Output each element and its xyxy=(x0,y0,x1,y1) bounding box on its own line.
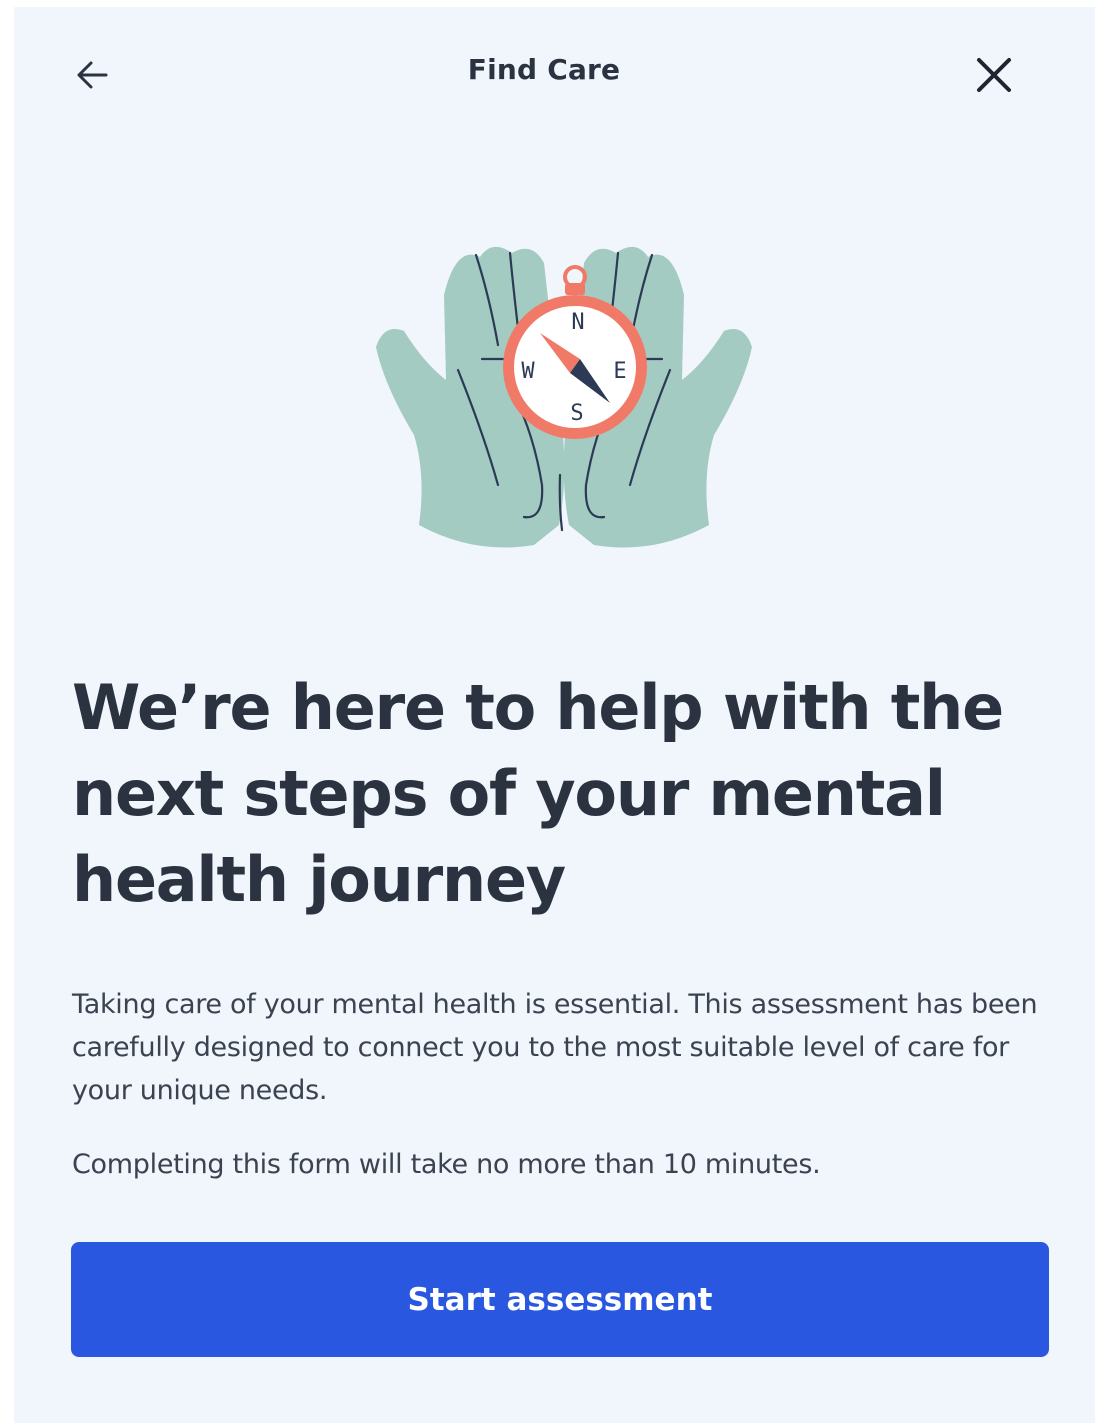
compass-south: S xyxy=(570,401,583,426)
close-icon xyxy=(977,58,1011,92)
assessment-duration: Completing this form will take no more t… xyxy=(72,1149,821,1180)
close-button[interactable] xyxy=(970,51,1018,99)
start-assessment-button[interactable]: Start assessment xyxy=(71,1242,1049,1357)
compass-north: N xyxy=(571,310,584,335)
compass-east: E xyxy=(613,359,626,384)
header: Find Care xyxy=(14,7,1095,139)
header-title: Find Care xyxy=(467,53,621,86)
hands-holding-compass-illustration: N S W E xyxy=(376,246,752,548)
page-headline: We’re here to help with the next steps o… xyxy=(72,671,1004,916)
assessment-description: Taking care of your mental health is ess… xyxy=(72,989,1038,1106)
compass-west: W xyxy=(521,359,535,384)
find-care-panel: Find Care N S W E We’re here to help wit… xyxy=(14,7,1095,1423)
